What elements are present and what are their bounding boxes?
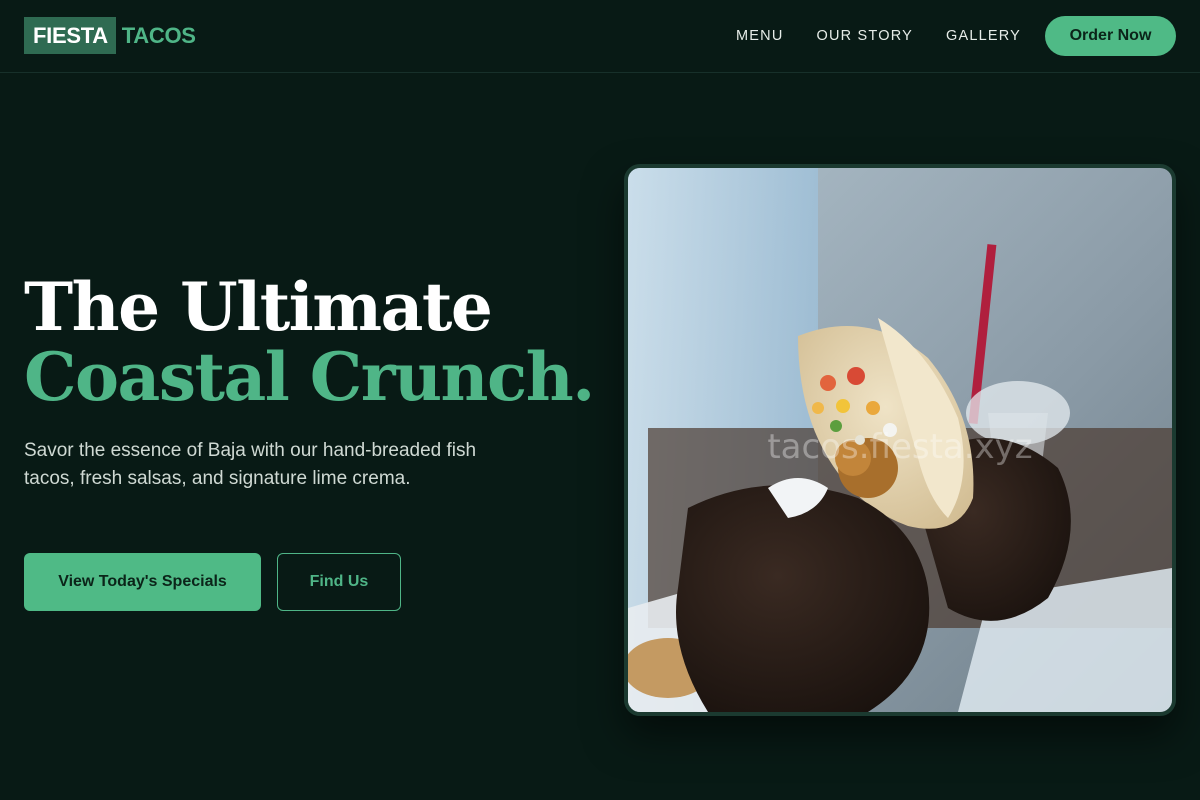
nav-link-menu[interactable]: MENU <box>736 28 784 44</box>
headline-line-2: Coastal Crunch. <box>24 338 595 416</box>
hero-subtext: Savor the essence of Baja with our hand-… <box>24 440 477 489</box>
nav-link-gallery[interactable]: GALLERY <box>946 28 1021 44</box>
find-us-button[interactable]: Find Us <box>277 553 401 611</box>
image-watermark: tacos.fiesta.xyz <box>767 427 1032 467</box>
logo-box-text: FIESTA <box>24 17 116 54</box>
nav-link-our-story[interactable]: OUR STORY <box>817 28 913 44</box>
logo-rest-text: TACOS <box>121 22 196 48</box>
hero-headline: The Ultimate Coastal Crunch. <box>24 268 595 416</box>
hero-image: tacos.fiesta.xyz <box>624 164 1176 716</box>
taco-photo: tacos.fiesta.xyz <box>628 168 1172 712</box>
brand-logo[interactable]: FIESTA TACOS <box>24 17 196 54</box>
view-specials-button[interactable]: View Today's Specials <box>24 553 261 611</box>
headline-line-1: The Ultimate <box>24 268 493 346</box>
order-now-button[interactable]: Order Now <box>1045 16 1176 56</box>
top-nav: FIESTA TACOS MENU OUR STORY GALLERY Orde… <box>0 0 1200 73</box>
nav-links: MENU OUR STORY GALLERY <box>736 0 1054 72</box>
